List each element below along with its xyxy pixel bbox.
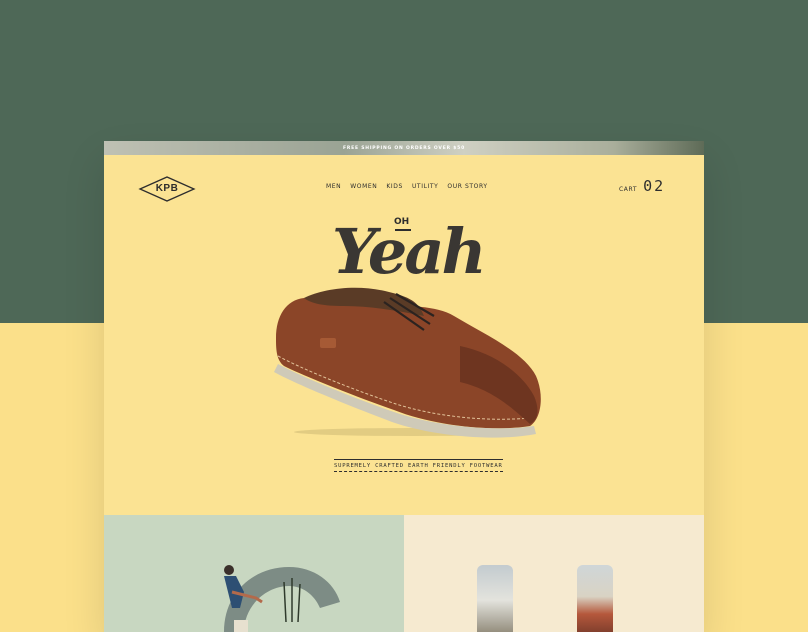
- announcement-text: FREE SHIPPING ON ORDERS OVER $50: [342, 145, 466, 151]
- yoga-figure-image: [224, 565, 340, 632]
- shoe-image[interactable]: [264, 286, 554, 441]
- canyon-thumbnail-image[interactable]: [477, 565, 513, 632]
- canyon-thumbnail-image-2[interactable]: [577, 565, 613, 632]
- promo-tile-left[interactable]: [104, 515, 404, 632]
- hero-yeah-script: Yeah: [332, 215, 487, 288]
- nav-item-our-story[interactable]: OUR STORY: [447, 183, 487, 190]
- cart-button[interactable]: CART 02: [619, 177, 665, 195]
- website-page: FREE SHIPPING ON ORDERS OVER $50 KPB MEN…: [104, 141, 704, 632]
- logo-text: KPB: [155, 183, 179, 194]
- cart-label: CART: [619, 186, 638, 193]
- promo-tile-right[interactable]: [404, 515, 704, 632]
- nav-item-utility[interactable]: UTILITY: [412, 183, 438, 190]
- hero-tagline: SUPREMELY CRAFTED EARTH FRIENDLY FOOTWEA…: [334, 459, 503, 472]
- announcement-bar: FREE SHIPPING ON ORDERS OVER $50: [104, 141, 704, 155]
- cart-count: 02: [643, 177, 666, 195]
- nav-item-men[interactable]: MEN: [326, 183, 341, 190]
- nav-item-kids[interactable]: KIDS: [386, 183, 403, 190]
- logo[interactable]: KPB: [138, 176, 196, 202]
- nav-item-women[interactable]: WOMEN: [350, 183, 377, 190]
- main-nav: MEN WOMEN KIDS UTILITY OUR STORY: [326, 183, 488, 190]
